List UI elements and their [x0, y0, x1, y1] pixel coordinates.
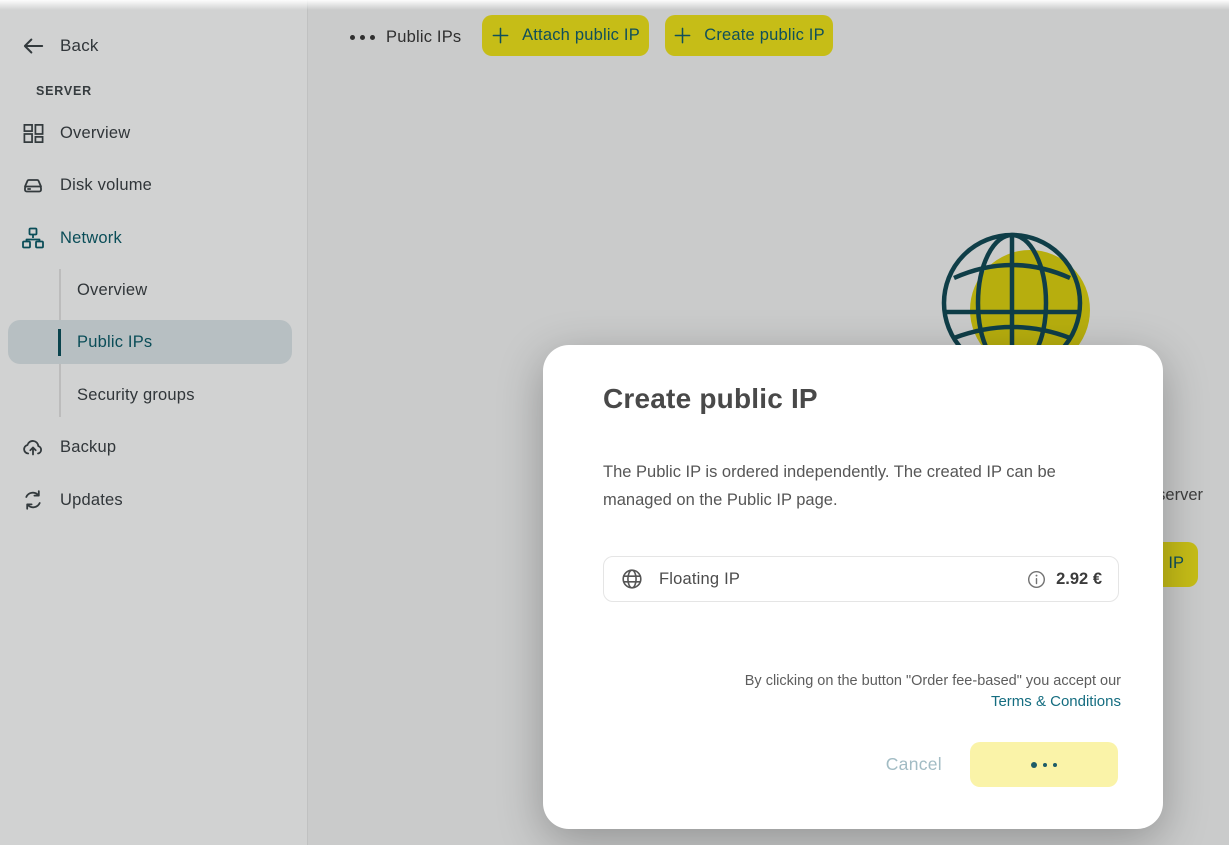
cancel-button[interactable]: Cancel [886, 754, 942, 775]
modal-description: The Public IP is ordered independently. … [603, 458, 1127, 514]
app-window: Back SERVER Overview Disk volume Network… [0, 0, 1229, 845]
modal-actions: Cancel [886, 742, 1118, 787]
globe-icon [620, 567, 644, 591]
top-edge-highlight [0, 0, 1229, 10]
create-public-ip-modal: Create public IP The Public IP is ordere… [543, 345, 1163, 829]
floating-ip-option[interactable]: Floating IP 2.92 € [603, 556, 1119, 602]
price-value: 2.92 € [1056, 570, 1102, 589]
terms-text: By clicking on the button "Order fee-bas… [745, 673, 1121, 689]
loading-dot [1053, 763, 1057, 767]
loading-dot [1031, 762, 1037, 768]
info-icon[interactable] [1027, 570, 1046, 589]
terms-notice: By clicking on the button "Order fee-bas… [745, 673, 1121, 711]
loading-dot [1043, 763, 1047, 767]
modal-title: Create public IP [603, 383, 818, 415]
floating-ip-label: Floating IP [659, 570, 740, 589]
terms-and-conditions-link[interactable]: Terms & Conditions [991, 693, 1121, 710]
order-fee-based-button-loading[interactable] [970, 742, 1118, 787]
